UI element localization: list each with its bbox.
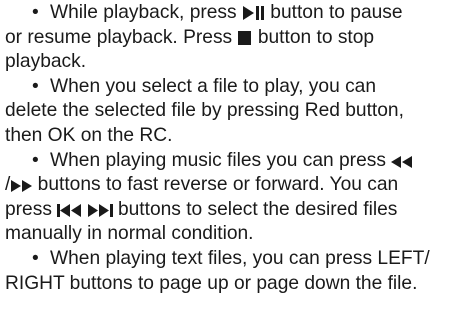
text-span: buttons to select the desired files bbox=[112, 198, 398, 220]
text-span: then OK on the RC. bbox=[5, 124, 173, 146]
text-line: press buttons to select the desired file… bbox=[5, 198, 471, 223]
text-span: RIGHT buttons to page up or page down th… bbox=[5, 272, 418, 294]
text-line: then OK on the RC. bbox=[5, 124, 471, 149]
paragraph-delete-file: • When you select a file to play, you can… bbox=[5, 75, 471, 149]
text-span: playback. bbox=[5, 51, 87, 73]
bullet: • bbox=[32, 2, 39, 23]
text-line: playback. bbox=[5, 50, 471, 75]
bullet: • bbox=[32, 75, 39, 97]
text-span: button to pause bbox=[264, 2, 403, 23]
text-line: • When you select a file to play, you can bbox=[5, 75, 471, 100]
fast-reverse-icon bbox=[391, 155, 413, 168]
text-line: / buttons to fast reverse or forward. Yo… bbox=[5, 173, 471, 198]
stop-icon bbox=[237, 30, 252, 45]
play-pause-icon bbox=[242, 6, 265, 20]
text-span: manually in normal condition. bbox=[5, 223, 254, 245]
skip-previous-icon bbox=[57, 203, 82, 217]
text-line: delete the selected file by pressing Red… bbox=[5, 99, 471, 124]
text-span: While playback, press bbox=[50, 2, 242, 23]
text-span: press bbox=[5, 198, 58, 220]
text-span: When you select a file to play, you can bbox=[50, 75, 377, 97]
paragraph-music-controls: • When playing music files you can press … bbox=[5, 149, 471, 247]
text-line: • While playback, press button to pause bbox=[5, 1, 471, 26]
text-span: buttons to fast reverse or forward. You … bbox=[32, 174, 399, 196]
text-span: When playing text files, you can press L… bbox=[50, 247, 430, 269]
document-page: • While playback, press button to pause o… bbox=[5, 1, 471, 296]
text-line: manually in normal condition. bbox=[5, 222, 471, 247]
paragraph-text-files: • When playing text files, you can press … bbox=[5, 247, 471, 296]
text-span: button to stop bbox=[252, 26, 375, 48]
text-line: or resume playback. Press button to stop bbox=[5, 26, 471, 51]
bullet: • bbox=[32, 247, 39, 269]
text-span: When playing music files you can press bbox=[50, 149, 392, 171]
fast-forward-icon bbox=[10, 180, 33, 193]
text-line: RIGHT buttons to page up or page down th… bbox=[5, 272, 471, 297]
text-line: • When playing music files you can press bbox=[5, 149, 471, 174]
skip-next-icon bbox=[87, 203, 113, 217]
bullet: • bbox=[32, 149, 39, 171]
text-line: • When playing text files, you can press … bbox=[5, 247, 471, 272]
text-span: or resume playback. Press bbox=[5, 26, 238, 48]
text-span: delete the selected file by pressing Red… bbox=[5, 100, 404, 122]
paragraph-playback-controls: • While playback, press button to pause o… bbox=[5, 1, 471, 75]
